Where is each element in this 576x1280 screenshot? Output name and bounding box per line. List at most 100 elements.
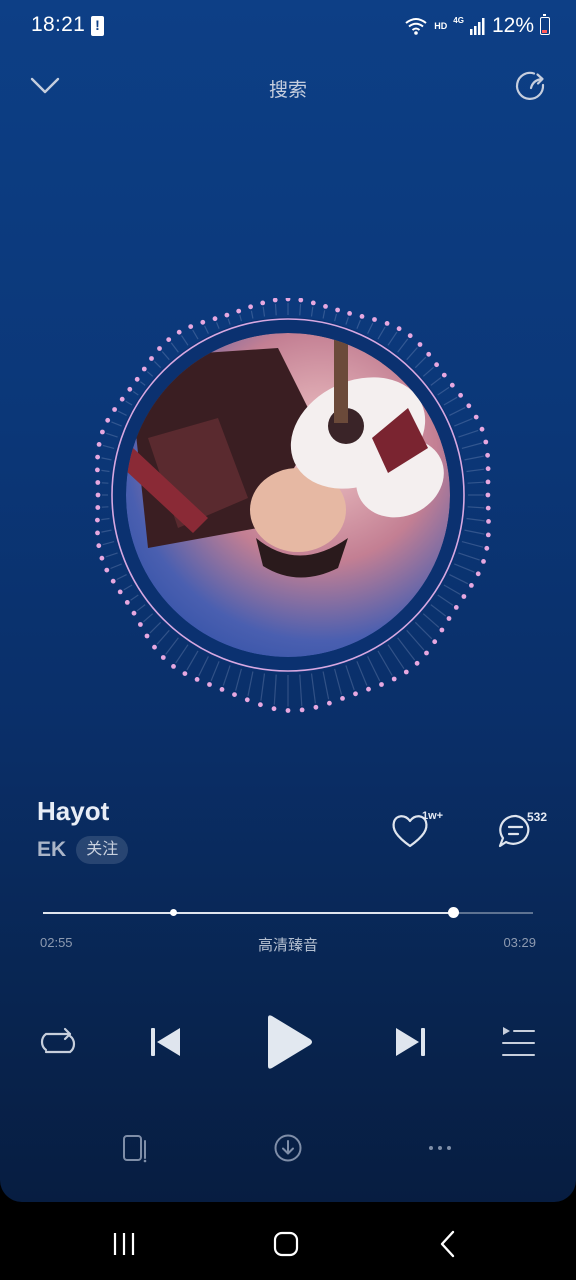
visualizer-ray [192,329,199,340]
visualizer-dot [379,682,384,687]
visualizer-dot [258,702,263,708]
visualizer-dot [95,454,100,460]
album-disc[interactable] [88,296,508,728]
visualizer-dot [144,633,150,639]
visualizer-ray [146,371,154,377]
visualizer-ray [299,674,303,706]
visualizer-dot [95,467,100,473]
visualizer-dot [353,691,358,697]
visualizer-dot [461,594,467,599]
visualizer-ray [443,396,458,406]
visualizer-ray [464,455,484,461]
follow-button[interactable]: 关注 [76,836,129,864]
visualizer-ray [156,629,170,645]
visualizer-dot [236,308,242,314]
visualizer-ray [443,584,461,596]
next-button[interactable] [390,1022,430,1062]
visualizer-ray [250,310,254,319]
visualizer-dot [485,532,491,538]
visualizer-dot [458,392,463,398]
visualizer-dot [359,314,365,319]
visualizer-dot [481,559,486,564]
visualizer-dot [426,351,432,357]
player-header: 搜索 [0,60,576,112]
comment-button[interactable]: 532 [496,808,556,852]
play-button[interactable] [260,1012,316,1072]
visualizer-dot [469,583,474,588]
visualizer-dot [453,605,459,610]
visualizer-ray [247,671,254,697]
visualizer-dot [424,650,429,656]
visualizer-dot [372,317,377,322]
visualizer-dot [157,346,162,351]
download-button[interactable] [268,1128,308,1168]
status-time: 18:21 [31,13,86,36]
visualizer-dot [441,372,447,378]
visualizer-ray [406,629,425,651]
visualizer-ray [198,656,209,677]
visualizer-dot [244,697,250,703]
repeat-button[interactable] [36,1022,80,1062]
visualizer-ray [430,604,447,617]
progress-slider[interactable] [43,907,533,918]
visualizer-ray [101,517,110,521]
like-button[interactable]: 1w+ [390,808,450,852]
playlist-button[interactable] [498,1022,538,1062]
visualizer-ray [454,563,475,573]
visualizer-dot [152,644,157,650]
visualizer-ray [260,673,266,701]
visualizer-dot [473,414,479,420]
visualizer-ray [345,317,349,325]
visualizer-ray [458,429,479,438]
visualizer-dot [485,505,491,511]
visualizer-dot [484,545,490,551]
share-icon [516,71,545,100]
visualizer-dot [449,382,455,388]
visualizer-dot [313,704,319,710]
visualizer-ray [356,661,368,686]
visualizer-dot [396,326,402,332]
visualizer-ray [406,347,418,361]
progress-thumb[interactable] [447,907,459,918]
visualizer-ray [454,418,473,427]
visualizer-ray [153,360,162,369]
visualizer-dot [407,333,413,339]
visualizer-dot [260,300,266,306]
back-button[interactable] [428,1224,468,1264]
visualizer-dot [384,321,390,326]
visualizer-dot [446,616,452,621]
battery-icon [540,14,550,35]
visualizer-ray [461,442,483,449]
visualizer-ray [449,574,469,585]
visualizer-ray [132,391,139,396]
visualizer-dot [96,543,102,549]
sound-quality-label[interactable]: 高清臻音 [0,934,576,955]
visualizer-dot [95,517,100,523]
comments-count: 532 [527,810,548,824]
device-button[interactable] [116,1128,156,1168]
visualizer-ray [140,381,146,386]
visualizer-dot [96,442,102,447]
visualizer-ray [449,407,466,416]
home-button[interactable] [266,1224,306,1264]
header-title[interactable]: 搜索 [0,75,576,102]
visualizer-dot [160,655,166,660]
visualizer-ray [467,481,485,484]
visualizer-dot [485,479,491,485]
artist-name[interactable]: EK [37,838,66,862]
visualizer-ray [101,469,110,473]
notification-alert-icon [91,16,104,36]
previous-button[interactable] [146,1022,186,1062]
system-nav-bar [0,1202,576,1280]
visualizer-dot [485,492,491,498]
recent-apps-button[interactable] [104,1224,144,1264]
visualizer-ray [387,644,405,670]
visualizer-dot [104,567,110,573]
visualizer-dot [391,676,397,682]
visualizer-ray [222,665,231,686]
visualizer-ray [161,351,170,361]
album-visualizer [95,296,491,713]
more-button[interactable] [420,1128,460,1168]
share-button[interactable] [514,68,550,104]
visualizer-dot [403,669,409,675]
